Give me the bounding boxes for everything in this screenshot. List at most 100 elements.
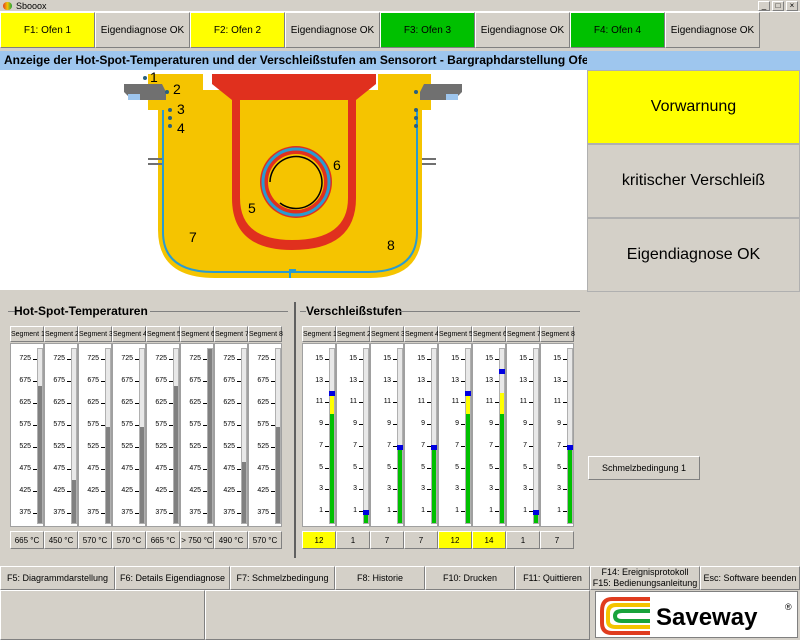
temperature-columns: Segment 1 725 675 625 575 525 475 425 375 665 °C S… bbox=[10, 326, 283, 551]
segment-header: Segment 5 bbox=[438, 326, 473, 342]
scale-tick-label: 525 bbox=[87, 443, 99, 450]
wear-bar-warn bbox=[330, 392, 334, 415]
tab-ofen-2-diagnosis[interactable]: Eigendiagnose OK bbox=[285, 12, 380, 48]
scale-tick-label: 525 bbox=[121, 443, 133, 450]
sensor-dot bbox=[414, 124, 418, 128]
fkey-exit[interactable]: Esc: Software beenden bbox=[700, 566, 800, 590]
tab-ofen-1[interactable]: F1: Ofen 1 bbox=[0, 12, 95, 48]
tab-ofen-2[interactable]: F2: Ofen 2 bbox=[190, 12, 285, 48]
wear-bar-track bbox=[397, 348, 403, 524]
scale-tick-label: 11 bbox=[383, 398, 391, 406]
scale-tick-label: 475 bbox=[257, 465, 269, 472]
segment-header: Segment 5 bbox=[146, 326, 181, 342]
sensor-box-right bbox=[446, 94, 458, 100]
close-icon[interactable]: × bbox=[786, 1, 798, 11]
scale-tick-label: 575 bbox=[53, 421, 65, 428]
temperature-bar-track bbox=[139, 348, 145, 524]
wear-panel: Verschleißstufen Segment 1 15 13 11 9 7 5 3 1 12 S… bbox=[300, 296, 582, 554]
wear-value: 12 bbox=[438, 531, 472, 549]
fkey-melt-condition[interactable]: F7: Schmelzbedingung bbox=[230, 566, 335, 590]
scale-tick-label: 375 bbox=[87, 509, 99, 516]
wear-column: Segment 5 15 13 11 9 7 5 3 1 12 bbox=[438, 326, 473, 551]
tab-ofen-4[interactable]: F4: Ofen 4 bbox=[570, 12, 665, 48]
scale-tick-label: 5 bbox=[421, 463, 425, 471]
scale-tick-label: 7 bbox=[387, 441, 391, 449]
scale-tick-label: 575 bbox=[87, 421, 99, 428]
scale-tick-label: 525 bbox=[19, 443, 31, 450]
sensor-dot bbox=[143, 76, 147, 80]
temperature-bar-track bbox=[173, 348, 179, 524]
status-self-diagnosis: Eigendiagnose OK bbox=[587, 218, 800, 292]
scale-tick-label: 9 bbox=[387, 420, 391, 428]
scale-tick-label: 575 bbox=[257, 421, 269, 428]
sensor-box-left bbox=[128, 94, 140, 100]
sensor-label-2: 2 bbox=[173, 81, 181, 97]
brand-name: Saveway bbox=[656, 604, 758, 631]
scale-tick-label: 475 bbox=[19, 465, 31, 472]
scale-tick-label: 15 bbox=[349, 354, 357, 362]
scale-tick-label: 5 bbox=[557, 463, 561, 471]
fkey-diagram-view[interactable]: F5: Diagrammdarstellung bbox=[0, 566, 115, 590]
scale-tick-label: 725 bbox=[189, 355, 201, 362]
scale-tick-label: 15 bbox=[451, 354, 459, 362]
wear-bar-track bbox=[567, 348, 573, 524]
temperature-bar bbox=[106, 427, 110, 523]
segment-header: Segment 4 bbox=[404, 326, 439, 342]
wear-value: 1 bbox=[506, 531, 540, 549]
scale-tick-label: 575 bbox=[155, 421, 167, 428]
scale-tick-label: 375 bbox=[257, 509, 269, 516]
wear-bar-track bbox=[363, 348, 369, 524]
scale-tick-label: 11 bbox=[315, 398, 323, 406]
tab-ofen-3-diagnosis[interactable]: Eigendiagnose OK bbox=[475, 12, 570, 48]
wear-column: Segment 4 15 13 11 9 7 5 3 1 7 bbox=[404, 326, 439, 551]
scale-tick-label: 7 bbox=[421, 441, 425, 449]
scale-tick-label: 475 bbox=[155, 465, 167, 472]
scale-tick-label: 625 bbox=[121, 399, 133, 406]
fkey-history[interactable]: F8: Historie bbox=[335, 566, 425, 590]
scale-tick-label: 725 bbox=[155, 355, 167, 362]
scale-tick-label: 3 bbox=[489, 485, 493, 493]
melt-condition-button[interactable]: Schmelzbedingung 1 bbox=[588, 456, 700, 480]
fkey-acknowledge[interactable]: F11: Quittieren bbox=[515, 566, 590, 590]
scale-tick-label: 425 bbox=[19, 487, 31, 494]
scale-tick-label: 13 bbox=[349, 376, 357, 384]
scale-tick-label: 425 bbox=[155, 487, 167, 494]
brand-registered: ® bbox=[785, 602, 792, 612]
fkey-event-log[interactable]: F14: Ereignisprotokoll bbox=[601, 567, 688, 578]
scale-tick-label: 525 bbox=[189, 443, 201, 450]
wear-marker bbox=[363, 510, 369, 516]
minimize-icon[interactable]: _ bbox=[758, 1, 770, 11]
tab-ofen-1-diagnosis[interactable]: Eigendiagnose OK bbox=[95, 12, 190, 48]
scale-tick-label: 375 bbox=[155, 509, 167, 516]
scale-tick-label: 725 bbox=[53, 355, 65, 362]
fkey-diagnosis-details[interactable]: F6: Details Eigendiagnose bbox=[115, 566, 230, 590]
scale-tick-label: 13 bbox=[485, 376, 493, 384]
fkey-user-manual[interactable]: F15: Bedienungsanleitung bbox=[593, 578, 698, 589]
tab-ofen-4-diagnosis[interactable]: Eigendiagnose OK bbox=[665, 12, 760, 48]
maximize-icon[interactable]: □ bbox=[772, 1, 784, 11]
scale-tick-label: 3 bbox=[557, 485, 561, 493]
temperature-column: Segment 1 725 675 625 575 525 475 425 375 665 °C bbox=[10, 326, 45, 551]
temperature-bar-panel: 725 675 625 575 525 475 425 375 bbox=[146, 343, 180, 527]
sensor-dot bbox=[414, 108, 418, 112]
logo-arc-green bbox=[612, 609, 650, 623]
scale-tick-label: 9 bbox=[557, 420, 561, 428]
temperature-column: Segment 7 725 675 625 575 525 475 425 375 490 °C bbox=[214, 326, 249, 551]
furnace-diagram: 1 2 3 4 5 6 7 8 bbox=[0, 69, 587, 290]
temperature-bar-track bbox=[105, 348, 111, 524]
scale-tick-label: 675 bbox=[223, 377, 235, 384]
tab-ofen-3[interactable]: F3: Ofen 3 bbox=[380, 12, 475, 48]
wear-bar-ok bbox=[568, 446, 572, 523]
segment-header: Segment 1 bbox=[10, 326, 45, 342]
scale-tick-label: 1 bbox=[387, 507, 391, 515]
scale-tick-label: 725 bbox=[87, 355, 99, 362]
sensor-dot bbox=[414, 116, 418, 120]
temperature-value: 665 °C bbox=[10, 531, 44, 549]
sensor-label-4: 4 bbox=[177, 120, 185, 136]
scale-tick-label: 5 bbox=[353, 463, 357, 471]
scale-tick-label: 5 bbox=[455, 463, 459, 471]
wear-column: Segment 2 15 13 11 9 7 5 3 1 1 bbox=[336, 326, 371, 551]
scale-tick-label: 13 bbox=[519, 376, 527, 384]
sensor-dot bbox=[168, 108, 172, 112]
fkey-print[interactable]: F10: Drucken bbox=[425, 566, 515, 590]
